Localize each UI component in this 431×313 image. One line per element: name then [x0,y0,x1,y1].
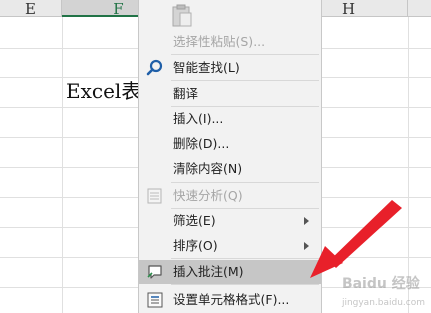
search-icon [146,59,163,76]
watermark-text: Bai [341,276,367,292]
context-menu: 选择性粘贴(S)... 智能查找(L) 翻译 插入(I)... 删除(D)...… [138,0,322,313]
paste-clipboard-icon[interactable] [171,4,193,28]
cell-f-text[interactable]: Excel表 [66,79,138,103]
format-cells-icon [147,292,163,308]
watermark-suffix: 经验 [391,276,420,292]
paste-options-row[interactable] [139,0,321,30]
smart-lookup-item[interactable]: 智能查找(L) [139,56,321,80]
format-cells-label: 设置单元格格式(F)... [173,292,290,307]
watermark-url: jingyan.baidu.com [341,298,425,308]
paste-special-item[interactable]: 选择性粘贴(S)... [139,30,321,54]
clear-contents-label: 清除内容(N) [173,161,243,176]
insert-label: 插入(I)... [173,111,224,126]
translate-item[interactable]: 翻译 [139,82,321,106]
sort-item[interactable]: 排序(O) [139,234,321,258]
delete-label: 删除(D)... [173,136,230,151]
baidu-watermark: Baidu 经验 jingyan.baidu.com [342,273,425,309]
menu-separator [171,80,319,81]
clear-contents-item[interactable]: 清除内容(N) [139,157,321,181]
smart-lookup-label: 智能查找(L) [173,60,240,75]
submenu-arrow-icon [304,217,309,225]
paste-special-label: 选择性粘贴(S)... [173,34,266,49]
grid-line [408,17,409,313]
sort-label: 排序(O) [173,238,218,253]
menu-separator [171,258,319,259]
quick-analysis-label: 快速分析(Q) [173,188,243,203]
menu-separator [171,182,319,183]
delete-item[interactable]: 删除(D)... [139,132,321,156]
quick-analysis-item[interactable]: 快速分析(Q) [139,184,321,208]
translate-label: 翻译 [173,86,199,101]
menu-separator [171,54,319,55]
filter-item[interactable]: 筛选(E) [139,209,321,233]
filter-label: 筛选(E) [173,213,216,228]
submenu-arrow-icon [304,242,309,250]
quick-analysis-icon [147,188,162,204]
grid-line [62,17,63,313]
insert-comment-item[interactable]: 插入批注(M) [139,260,321,284]
insert-item[interactable]: 插入(I)... [139,107,321,131]
format-cells-item[interactable]: 设置单元格格式(F)... [139,288,321,312]
column-header-next[interactable] [408,0,431,17]
comment-icon [147,265,162,279]
menu-separator [171,284,319,285]
insert-comment-label: 插入批注(M) [173,264,244,279]
column-header-e[interactable]: E [0,0,62,18]
watermark-brand: du [366,276,387,292]
